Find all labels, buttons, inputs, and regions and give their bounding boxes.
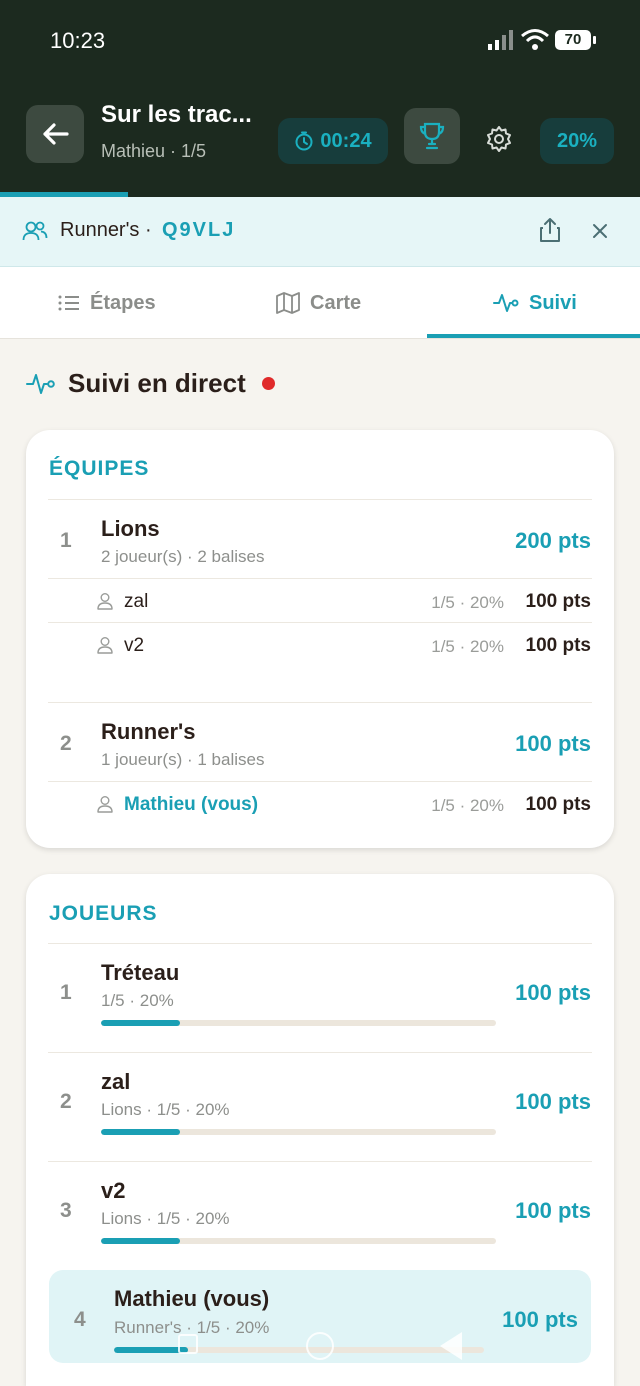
team-name-label: Runner's · bbox=[60, 219, 152, 241]
card-heading: JOUEURS bbox=[49, 902, 158, 925]
battery-icon: 70 bbox=[555, 30, 596, 50]
tab-label: Carte bbox=[310, 291, 362, 314]
player-progress-bar bbox=[101, 1129, 496, 1135]
player-rank: 4 bbox=[74, 1308, 86, 1331]
member-progress: 1/5 · 20% bbox=[431, 796, 504, 815]
tab-label: Étapes bbox=[90, 291, 156, 314]
team-meta: 1 joueur(s) · 1 balises bbox=[101, 750, 265, 769]
member-name: v2 bbox=[124, 635, 145, 656]
team-points: 100 pts bbox=[515, 731, 591, 756]
player-points: 100 pts bbox=[515, 1089, 591, 1114]
member-progress: 1/5 · 20% bbox=[431, 637, 504, 656]
trophy-icon bbox=[419, 122, 445, 150]
player-progress-fill bbox=[101, 1129, 180, 1135]
player-meta: Lions · 1/5 · 20% bbox=[101, 1209, 230, 1228]
divider bbox=[48, 1052, 592, 1053]
tab-carte[interactable]: Carte bbox=[276, 267, 361, 339]
member-points: 100 pts bbox=[525, 591, 591, 612]
player-progress-fill bbox=[114, 1347, 188, 1353]
live-indicator-dot bbox=[261, 377, 275, 390]
member-progress: 1/5 · 20% bbox=[431, 593, 504, 612]
team-banner: Runner's · Q9VLJ bbox=[0, 197, 640, 267]
system-back-button[interactable] bbox=[440, 1332, 462, 1360]
team-icon bbox=[22, 221, 48, 241]
player-name: zal bbox=[101, 1069, 131, 1094]
user-icon bbox=[97, 637, 113, 654]
player-meta: 1/5 · 20% bbox=[101, 991, 174, 1010]
divider bbox=[48, 1161, 592, 1162]
leaderboard-button[interactable] bbox=[404, 108, 460, 164]
player-progress-fill bbox=[101, 1238, 180, 1244]
player-progress-bar bbox=[114, 1347, 484, 1353]
team-rank: 1 bbox=[60, 529, 72, 552]
arrow-left-icon bbox=[43, 123, 69, 145]
share-icon[interactable] bbox=[538, 217, 562, 243]
team-name: Lions bbox=[101, 516, 160, 541]
tab-etapes[interactable]: Étapes bbox=[58, 267, 156, 339]
divider bbox=[48, 702, 592, 703]
divider bbox=[48, 781, 592, 782]
user-icon bbox=[97, 796, 113, 813]
gear-icon[interactable] bbox=[484, 124, 514, 154]
app-header: 10:23 70 Sur les trac... Mathieu · 1/5 0… bbox=[0, 0, 640, 197]
player-points: 100 pts bbox=[515, 980, 591, 1005]
active-tab-indicator bbox=[427, 334, 640, 338]
close-icon[interactable] bbox=[588, 219, 612, 243]
tab-suivi[interactable]: Suivi bbox=[493, 267, 577, 339]
map-icon bbox=[276, 292, 300, 314]
timer-value: 00:24 bbox=[320, 129, 372, 152]
stopwatch-icon bbox=[295, 131, 313, 151]
recent-apps-button[interactable] bbox=[178, 1334, 198, 1354]
player-points: 100 pts bbox=[515, 1198, 591, 1223]
player-name: Mathieu (vous) bbox=[114, 1286, 270, 1311]
activity-icon bbox=[26, 373, 55, 394]
card-heading: ÉQUIPES bbox=[49, 457, 150, 480]
member-name: zal bbox=[124, 591, 149, 612]
section-title: Suivi en direct bbox=[68, 368, 246, 398]
status-bar: 10:23 70 bbox=[0, 0, 640, 80]
divider bbox=[48, 578, 592, 579]
player-rank: 2 bbox=[60, 1090, 72, 1113]
page-title: Sur les trac... bbox=[101, 101, 252, 128]
tab-label: Suivi bbox=[529, 291, 577, 314]
activity-icon bbox=[493, 294, 519, 312]
progress-percent-badge: 20% bbox=[540, 118, 614, 164]
player-progress-bar bbox=[101, 1020, 496, 1026]
member-points: 100 pts bbox=[525, 635, 591, 656]
member-points: 100 pts bbox=[525, 794, 591, 815]
tab-bar: Étapes Carte Suivi bbox=[0, 267, 640, 339]
list-icon bbox=[58, 295, 79, 311]
back-button[interactable] bbox=[26, 105, 84, 163]
player-points: 100 pts bbox=[502, 1307, 578, 1332]
player-rank: 3 bbox=[60, 1199, 72, 1222]
teams-card: ÉQUIPES 1 Lions 2 joueur(s) · 2 balises … bbox=[26, 430, 614, 848]
player-name: Tréteau bbox=[101, 960, 180, 985]
player-rank: 1 bbox=[60, 981, 72, 1004]
players-card: JOUEURS 1 Tréteau 1/5 · 20% 100 pts 2 za… bbox=[26, 874, 614, 1386]
player-progress-bar bbox=[101, 1238, 496, 1244]
timer-badge: 00:24 bbox=[278, 118, 388, 164]
team-meta: 2 joueur(s) · 2 balises bbox=[101, 547, 265, 566]
team-points: 200 pts bbox=[515, 528, 591, 553]
player-meta: Lions · 1/5 · 20% bbox=[101, 1100, 230, 1119]
home-button[interactable] bbox=[306, 1332, 334, 1360]
player-name: v2 bbox=[101, 1178, 126, 1203]
live-tracking-heading: Suivi en direct bbox=[26, 368, 275, 399]
signal-icon bbox=[488, 30, 513, 50]
team-name: Runner's bbox=[101, 719, 196, 744]
divider bbox=[48, 499, 592, 500]
divider bbox=[48, 943, 592, 944]
team-rank: 2 bbox=[60, 732, 72, 755]
user-icon bbox=[97, 593, 113, 610]
team-code[interactable]: Q9VLJ bbox=[162, 219, 235, 242]
player-progress-fill bbox=[101, 1020, 180, 1026]
wifi-icon bbox=[521, 29, 549, 50]
member-name: Mathieu (vous) bbox=[124, 794, 259, 815]
page-subtitle: Mathieu · 1/5 bbox=[101, 141, 207, 161]
divider bbox=[48, 622, 592, 623]
status-time: 10:23 bbox=[50, 28, 106, 53]
